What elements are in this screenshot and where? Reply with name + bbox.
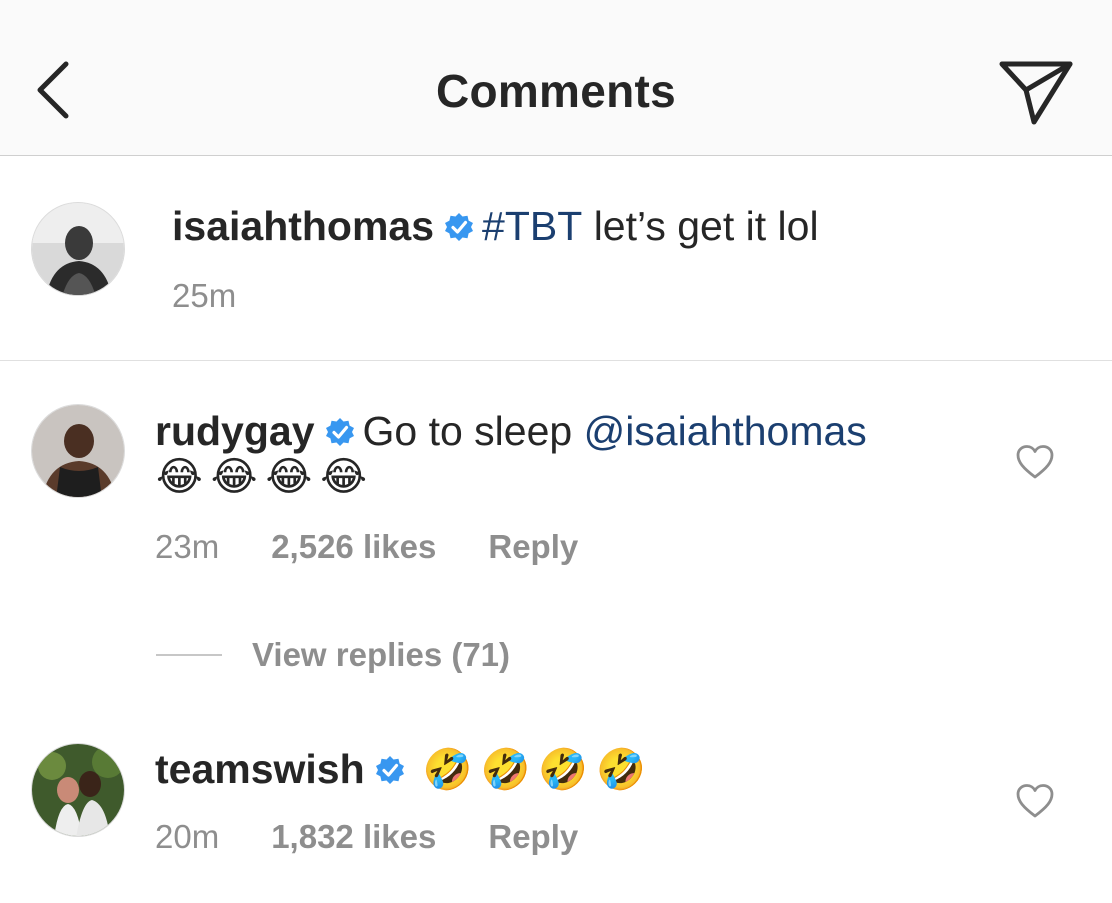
caption-time: 25m: [172, 277, 237, 314]
comment-time: 23m: [155, 528, 220, 565]
mention-link[interactable]: @isaiahthomas: [584, 408, 867, 455]
comment-emojis: 🤣🤣🤣🤣: [422, 748, 654, 792]
avatar[interactable]: [31, 743, 125, 837]
caption-text: let’s get it lol: [582, 203, 819, 249]
view-replies-label: View replies (71): [252, 636, 511, 673]
share-button[interactable]: [996, 56, 1076, 128]
comment-text: Go to sleep: [362, 408, 584, 454]
comment-username[interactable]: rudygay: [155, 408, 315, 455]
avatar-photo-teamswish: [32, 744, 124, 836]
caption-meta: 25m: [172, 277, 288, 315]
likes-count[interactable]: 1,832 likes: [271, 818, 436, 856]
like-button[interactable]: [1015, 783, 1055, 819]
heart-outline-icon: [1016, 784, 1054, 818]
avatar[interactable]: [31, 404, 125, 498]
avatar-photo-isaiahthomas: [32, 203, 124, 295]
emoji-text: 😂😂😂😂: [156, 455, 375, 499]
comment-emojis: 😂😂😂😂: [156, 454, 375, 500]
like-button[interactable]: [1015, 444, 1055, 480]
view-replies-button[interactable]: View replies (71): [156, 636, 510, 674]
reply-button[interactable]: Reply: [488, 528, 578, 566]
avatar-photo-rudygay: [32, 405, 124, 497]
comment-username[interactable]: teamswish: [155, 746, 365, 793]
caption-line: isaiahthomas #TBT let’s get it lol: [172, 203, 819, 250]
heart-outline-icon: [1016, 445, 1054, 479]
comment-meta: 23m 2,526 likes Reply: [155, 528, 630, 566]
send-paper-plane-icon: [999, 61, 1073, 125]
post-caption: isaiahthomas #TBT let’s get it lol 25m: [0, 157, 1112, 361]
header-bar: Comments: [0, 0, 1112, 156]
page-title: Comments: [435, 65, 677, 117]
comment-line: teamswish 🤣🤣🤣🤣: [155, 746, 654, 793]
hashtag-link[interactable]: #TBT: [482, 203, 582, 250]
avatar[interactable]: [31, 202, 125, 296]
verified-badge-icon: [445, 212, 474, 241]
replies-divider: [156, 654, 222, 656]
caption-username[interactable]: isaiahthomas: [172, 203, 434, 250]
comment-line: rudygay Go to sleep @isaiahthomas: [155, 408, 867, 455]
comment-time: 20m: [155, 818, 220, 855]
reply-button[interactable]: Reply: [488, 818, 578, 856]
comment-meta: 20m 1,832 likes Reply: [155, 818, 630, 856]
verified-badge-icon: [375, 755, 404, 784]
verified-badge-icon: [325, 417, 354, 446]
likes-count[interactable]: 2,526 likes: [271, 528, 436, 566]
